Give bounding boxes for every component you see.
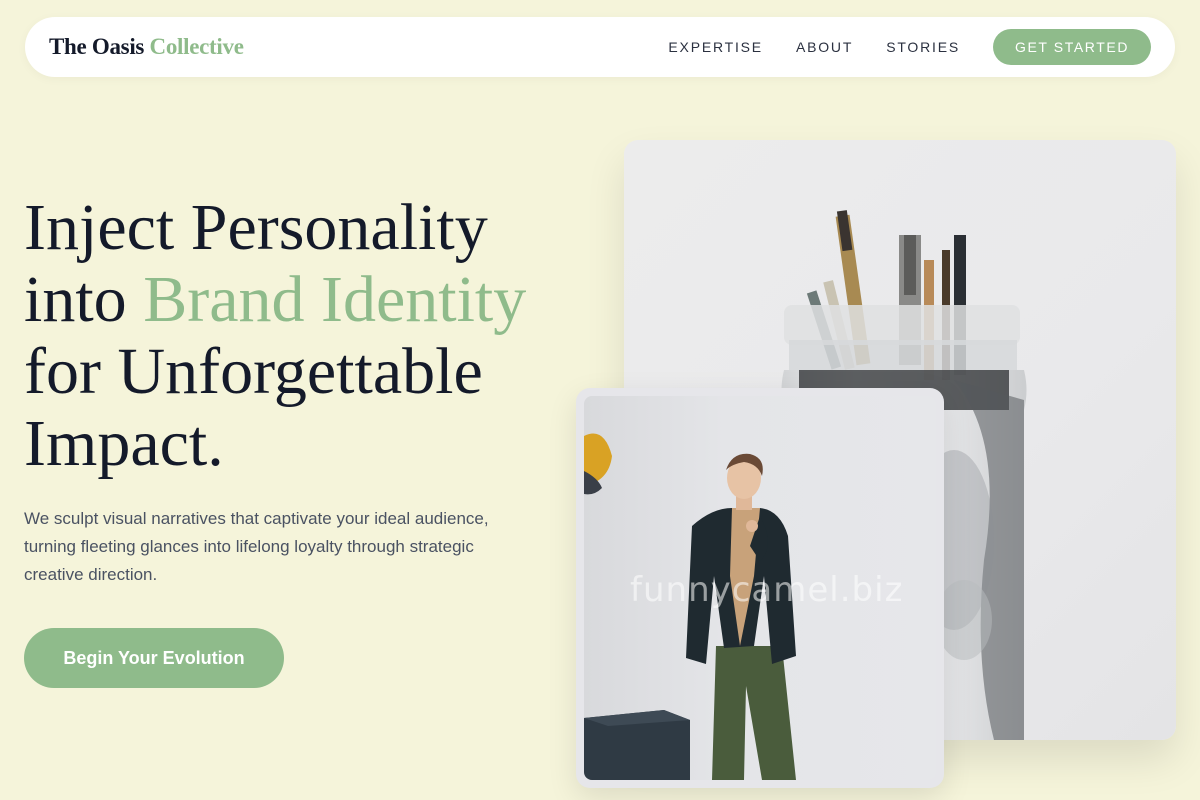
hero-title-accent: Brand Identity <box>143 263 527 336</box>
brand-logo[interactable]: The Oasis Collective <box>49 34 244 60</box>
hero-description: We sculpt visual narratives that captiva… <box>24 509 489 584</box>
brand-name-accent: Collective <box>149 34 244 59</box>
top-navbar: The Oasis Collective EXPERTISE ABOUT STO… <box>25 17 1175 77</box>
begin-evolution-button[interactable]: Begin Your Evolution <box>24 628 284 688</box>
nav-link-stories[interactable]: STORIES <box>886 39 960 55</box>
hero-title-line-3: for Unforgettable <box>24 335 483 408</box>
nav-links: EXPERTISE ABOUT STORIES GET STARTED <box>635 29 1151 65</box>
nav-link-about[interactable]: ABOUT <box>796 39 853 55</box>
get-started-button[interactable]: GET STARTED <box>993 29 1151 65</box>
hero-title: Inject Personality into Brand Identity f… <box>24 192 604 480</box>
brand-name-primary: The Oasis <box>49 34 145 59</box>
nav-link-expertise[interactable]: EXPERTISE <box>668 39 763 55</box>
hero-title-line-4: Impact. <box>24 407 224 480</box>
hero-title-line-2-prefix: into <box>24 263 144 336</box>
watermark-text: funnycamel.biz <box>630 570 904 610</box>
hero-title-line-1: Inject Personality <box>24 191 488 264</box>
